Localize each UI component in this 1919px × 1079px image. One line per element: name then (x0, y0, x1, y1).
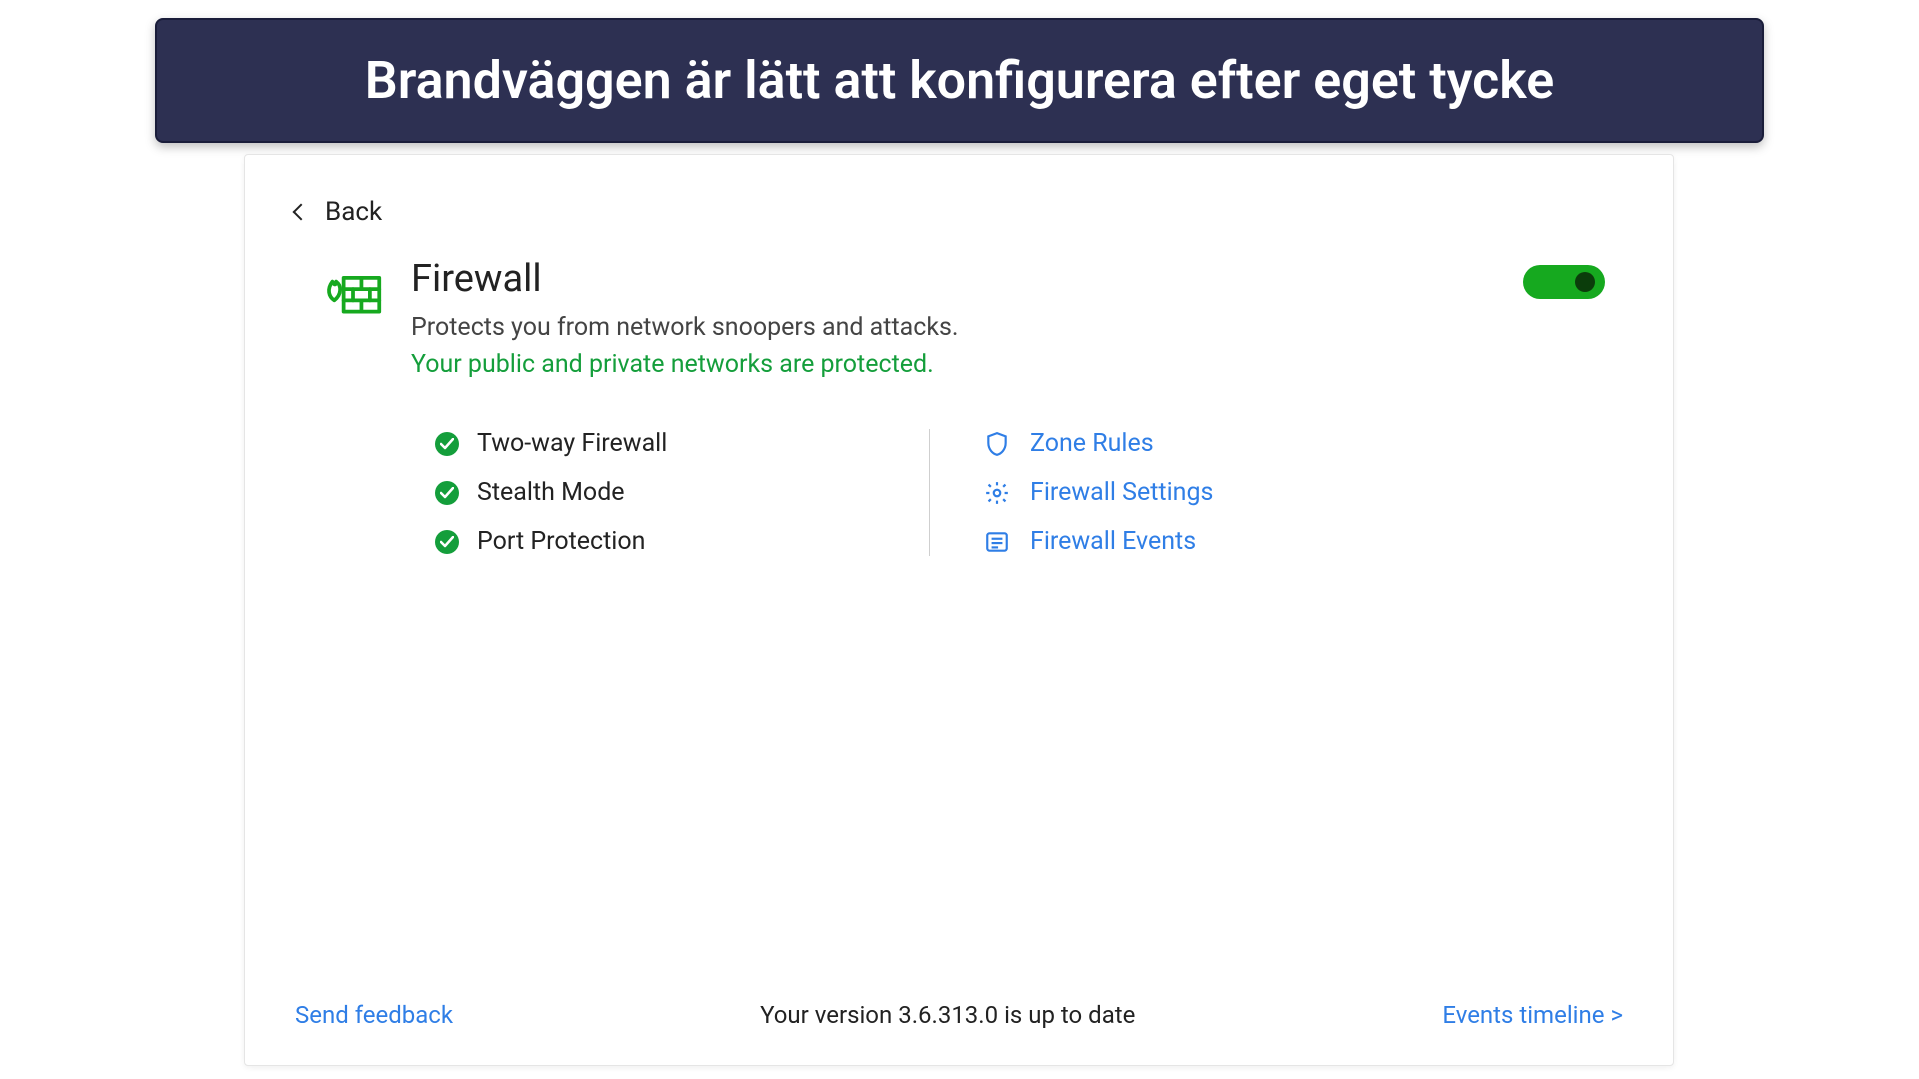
version-text: Your version 3.6.313.0 is up to date (760, 1001, 1135, 1029)
back-label: Back (325, 197, 382, 227)
back-button[interactable]: Back (245, 155, 382, 227)
firewall-icon (323, 261, 383, 321)
firewall-status: Your public and private networks are pro… (411, 350, 1523, 379)
firewall-columns: Two-way Firewall Stealth Mode Port Prote… (435, 429, 1673, 556)
link-zone-rules[interactable]: Zone Rules (984, 429, 1213, 458)
firewall-title: Firewall (411, 257, 1523, 301)
firewall-header: Firewall Protects you from network snoop… (245, 227, 1673, 379)
feature-port: Port Protection (435, 527, 875, 556)
features-column: Two-way Firewall Stealth Mode Port Prote… (435, 429, 875, 556)
events-timeline-link[interactable]: Events timeline > (1442, 1001, 1623, 1029)
firewall-header-text: Firewall Protects you from network snoop… (411, 257, 1523, 379)
toggle-knob (1575, 272, 1595, 292)
check-icon (435, 481, 459, 505)
page-banner: Brandväggen är lätt att konfigurera efte… (155, 18, 1764, 143)
send-feedback-link[interactable]: Send feedback (295, 1001, 453, 1029)
link-label: Firewall Settings (1030, 478, 1213, 507)
banner-title: Brandväggen är lätt att konfigurera efte… (365, 50, 1554, 111)
feature-label: Two-way Firewall (477, 429, 667, 458)
chevron-left-icon (293, 204, 310, 221)
link-label: Zone Rules (1030, 429, 1154, 458)
check-icon (435, 432, 459, 456)
feature-stealth: Stealth Mode (435, 478, 875, 507)
firewall-panel: Back Firewall Protects you from network … (244, 154, 1674, 1066)
link-firewall-settings[interactable]: Firewall Settings (984, 478, 1213, 507)
link-label: Firewall Events (1030, 527, 1196, 556)
links-column: Zone Rules Firewall Settings (984, 429, 1213, 556)
shield-icon (984, 431, 1010, 457)
feature-label: Stealth Mode (477, 478, 625, 507)
gear-icon (984, 480, 1010, 506)
link-firewall-events[interactable]: Firewall Events (984, 527, 1213, 556)
firewall-subtitle: Protects you from network snoopers and a… (411, 313, 1523, 342)
feature-label: Port Protection (477, 527, 645, 556)
panel-footer: Send feedback Your version 3.6.313.0 is … (245, 1001, 1673, 1065)
check-icon (435, 530, 459, 554)
column-divider (929, 429, 930, 556)
feature-two-way: Two-way Firewall (435, 429, 875, 458)
list-icon (984, 529, 1010, 555)
firewall-toggle[interactable] (1523, 265, 1605, 299)
